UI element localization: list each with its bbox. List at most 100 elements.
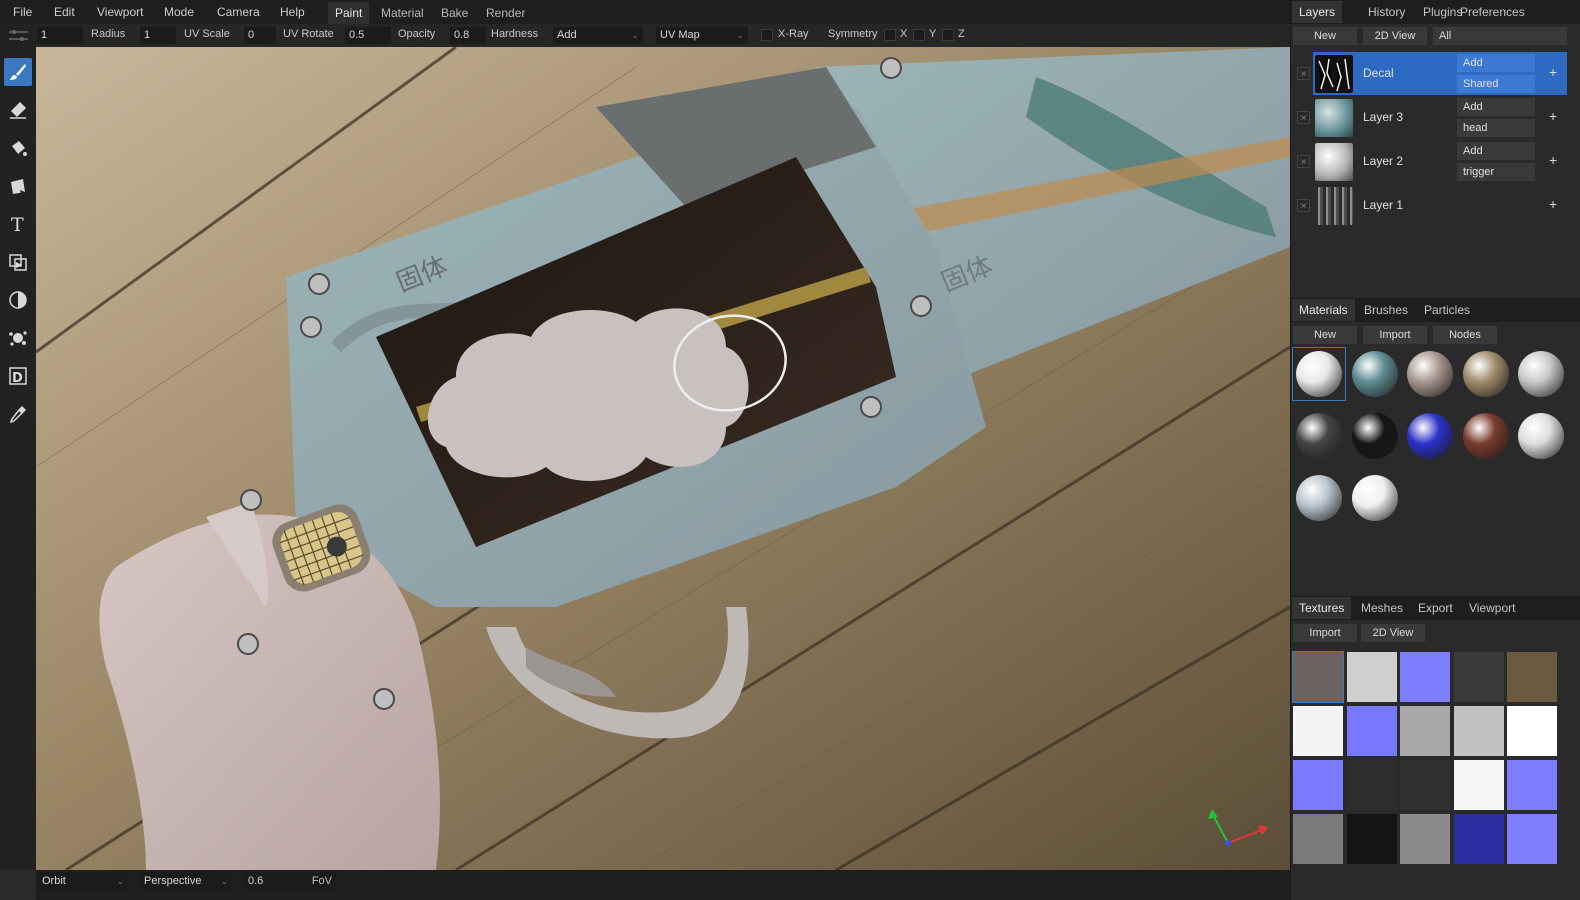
tab-history[interactable]: History [1361,1,1412,23]
tab-materials[interactable]: Materials [1292,299,1355,321]
tab-particles[interactable]: Particles [1417,299,1477,321]
tab-export[interactable]: Export [1411,597,1460,619]
texture-thumbnail[interactable] [1507,814,1557,864]
texture-thumbnail[interactable] [1453,760,1504,810]
texture-thumbnail[interactable] [1453,652,1504,702]
menu-viewport[interactable]: Viewport [97,5,143,19]
tab-material[interactable]: Material [374,2,431,24]
hardness-field[interactable]: 0.8 [450,27,486,44]
texture-thumbnail[interactable] [1400,760,1450,810]
layer-mask-dropdown[interactable]: trigger [1457,163,1535,181]
add-mask-icon[interactable]: + [1549,196,1557,212]
tool-settings-handle[interactable] [0,24,36,47]
texture-thumbnail[interactable] [1453,706,1504,756]
tab-brushes[interactable]: Brushes [1357,299,1415,321]
layer-row-layer-2[interactable]: Layer 2 Add trigger + [1313,140,1567,183]
delete-layer-2-icon[interactable]: × [1297,155,1310,168]
3d-viewport[interactable]: 固体 固体 [36,47,1290,870]
material-swatch[interactable] [1515,410,1567,462]
tab-layers[interactable]: Layers [1292,1,1343,23]
layer-mask-dropdown[interactable]: Shared [1457,75,1535,93]
tab-render[interactable]: Render [479,2,532,24]
text-tool[interactable]: T [4,210,32,238]
blend-dropdown[interactable]: Add ⌄ [553,27,643,44]
material-swatch[interactable] [1349,472,1401,524]
nav-mode-dropdown[interactable]: Orbit ⌄ [38,872,128,890]
decal-tool[interactable] [4,172,32,200]
material-swatch[interactable] [1404,410,1456,462]
tab-viewport[interactable]: Viewport [1462,597,1522,619]
texture-thumbnail[interactable] [1453,814,1504,864]
layer-blend-dropdown[interactable]: Add [1457,54,1535,72]
tab-meshes[interactable]: Meshes [1354,597,1410,619]
texture-thumbnail[interactable] [1507,652,1557,702]
delete-layer-decal-icon[interactable]: × [1297,67,1310,80]
layer-blend-dropdown[interactable]: Add [1457,98,1535,116]
texture-thumbnail[interactable] [1507,706,1557,756]
eraser-tool[interactable] [4,96,32,124]
tab-textures[interactable]: Textures [1292,597,1352,619]
texture-thumbnail[interactable] [1346,760,1397,810]
brush-tool[interactable] [4,58,32,86]
fill-tool[interactable] [4,134,32,162]
blur-tool[interactable] [4,286,32,314]
add-mask-icon[interactable]: + [1549,108,1557,124]
picker-tool[interactable] [4,400,32,428]
texture-thumbnail[interactable] [1346,706,1397,756]
material-swatch[interactable] [1404,348,1456,400]
projection-dropdown[interactable]: Perspective ⌄ [140,872,232,890]
fov-field[interactable]: 0.6 FoV [244,872,336,890]
nodes-button[interactable]: Nodes [1433,326,1497,344]
xray-checkbox[interactable] [761,29,773,41]
symmetry-x-checkbox[interactable] [884,29,896,41]
texture-thumbnail[interactable] [1293,706,1343,756]
add-mask-icon[interactable]: + [1549,152,1557,168]
new-layer-button[interactable]: New [1293,27,1357,45]
clone-tool[interactable] [4,248,32,276]
tab-preferences[interactable]: Preferences [1453,1,1532,23]
texture-thumbnail[interactable] [1293,814,1343,864]
import-texture-button[interactable]: Import [1293,624,1357,642]
import-material-button[interactable]: Import [1363,326,1427,344]
uvrotate-field[interactable]: 0 [244,27,276,44]
symmetry-z-checkbox[interactable] [942,29,954,41]
uvscale-field[interactable]: 1 [140,27,176,44]
texture-thumbnail[interactable] [1346,652,1397,702]
material-swatch[interactable] [1460,348,1512,400]
menu-file[interactable]: File [13,5,32,19]
colorid-tool[interactable]: D [4,362,32,390]
new-material-button[interactable]: New [1293,326,1357,344]
material-swatch[interactable] [1293,410,1345,462]
texture-thumbnail[interactable] [1400,706,1450,756]
layer-filter-dropdown[interactable]: All [1433,27,1567,45]
material-swatch[interactable] [1460,410,1512,462]
layer-blend-dropdown[interactable]: Add [1457,142,1535,160]
texture-thumbnail[interactable] [1400,652,1450,702]
menu-help[interactable]: Help [280,5,305,19]
delete-layer-1-icon[interactable]: × [1297,199,1310,212]
menu-edit[interactable]: Edit [54,5,75,19]
material-swatch[interactable] [1349,348,1401,400]
add-mask-icon[interactable]: + [1549,64,1557,80]
particle-tool[interactable] [4,324,32,352]
material-swatch[interactable] [1292,347,1346,401]
material-swatch[interactable] [1293,472,1345,524]
material-swatch[interactable] [1515,348,1567,400]
radius-field[interactable]: 1 [37,27,83,44]
layer-mask-dropdown[interactable]: head [1457,119,1535,137]
layers-2d-view-button[interactable]: 2D View [1363,27,1427,45]
symmetry-y-checkbox[interactable] [913,29,925,41]
texture-thumbnail[interactable] [1400,814,1450,864]
textures-2d-view-button[interactable]: 2D View [1361,624,1425,642]
layer-row-layer-1[interactable]: Layer 1 + [1313,184,1567,227]
texture-thumbnail[interactable] [1293,760,1343,810]
layer-row-decal[interactable]: Decal Add Shared + [1313,52,1567,95]
menu-mode[interactable]: Mode [164,5,194,19]
opacity-field[interactable]: 0.5 [345,27,391,44]
layer-row-layer-3[interactable]: Layer 3 Add head + [1313,96,1567,139]
texture-thumbnail[interactable] [1292,651,1344,703]
delete-layer-3-icon[interactable]: × [1297,111,1310,124]
texture-thumbnail[interactable] [1507,760,1557,810]
material-swatch[interactable] [1349,410,1401,462]
tab-paint[interactable]: Paint [328,2,370,24]
